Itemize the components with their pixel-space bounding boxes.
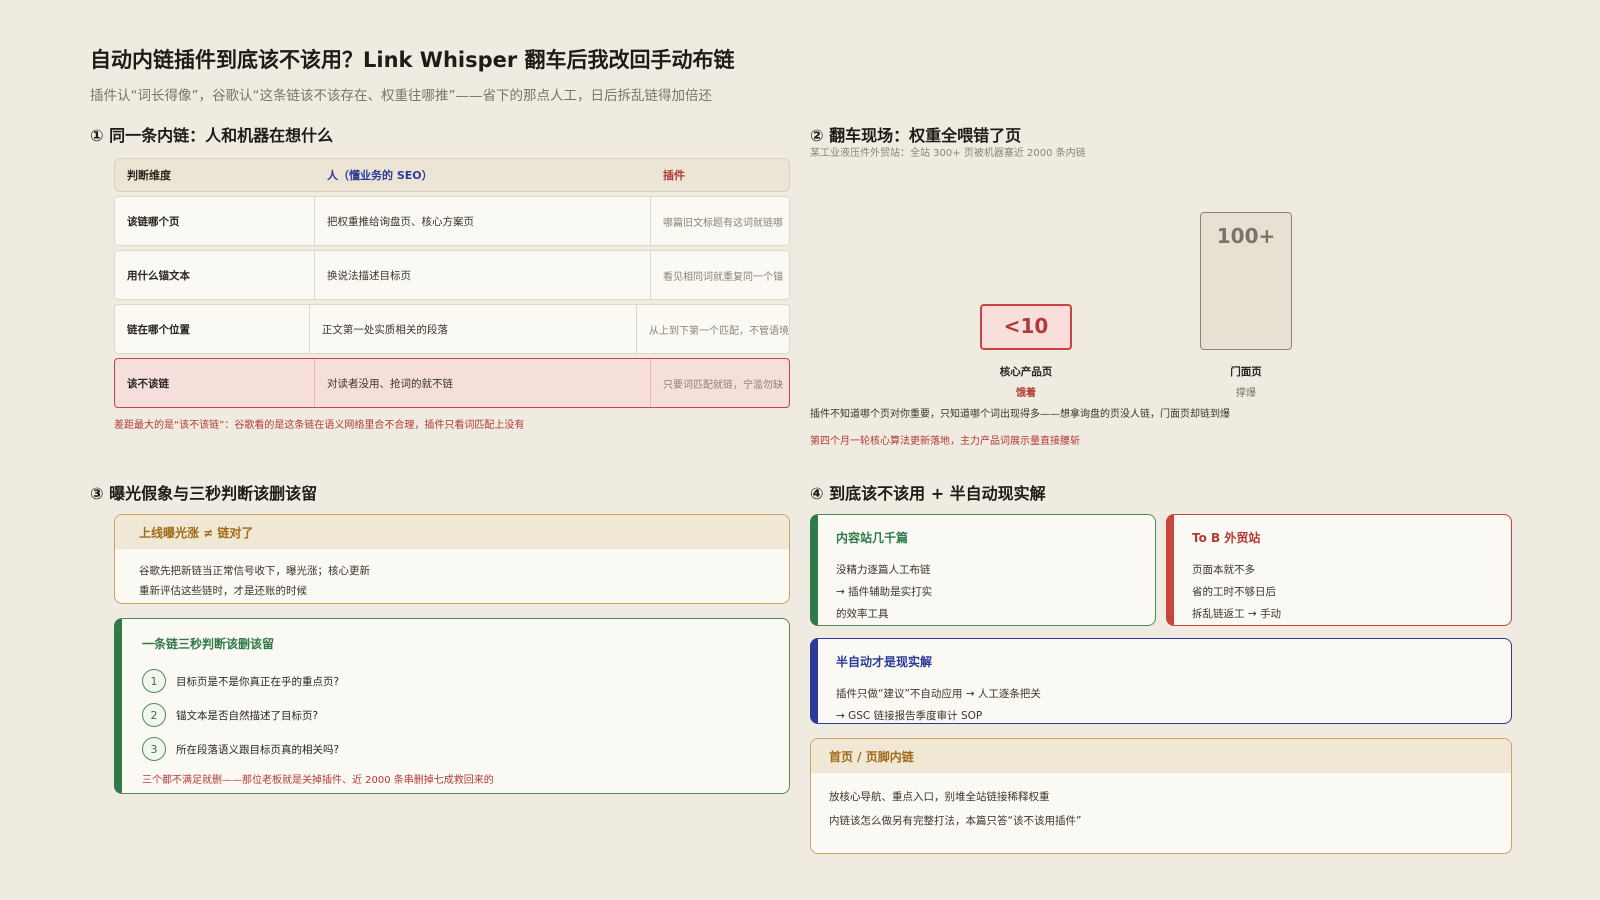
checklist-footer: 三个都不满足就删——那位老板就是关掉插件、近 2000 条串删掉七成救回来的 bbox=[142, 775, 494, 786]
table-row-highlight: 该不该链 对读者没用、抢词的就不链 只要词匹配就链，宁滥勿缺 bbox=[114, 358, 790, 408]
bar-facade-status: 撑爆 bbox=[1236, 388, 1256, 399]
card-title: 半自动才是现实解 bbox=[836, 655, 933, 669]
card-line: → GSC 链接报告季度审计 SOP bbox=[836, 710, 983, 722]
bar-facade-label: 门面页 bbox=[1230, 366, 1262, 378]
cell-human: 把权重推给询盘页、核心方案页 bbox=[315, 197, 651, 245]
card-title: To B 外贸站 bbox=[1192, 531, 1261, 545]
checklist-step: 3 所在段落语义跟目标页真的相关吗? bbox=[142, 737, 339, 761]
table-note: 差距最大的是“该不该链”：谷歌看的是这条链在语义网络里合不合理，插件只看词匹配上… bbox=[114, 420, 525, 431]
section2-title: ② 翻车现场：权重全喂错了页 bbox=[810, 126, 1022, 145]
cell-human: 对读者没用、抢词的就不链 bbox=[315, 359, 651, 407]
step-number: 3 bbox=[142, 737, 166, 761]
semi-auto-card: 半自动才是现实解 插件只做“建议”不自动应用 → 人工逐条把关 → GSC 链接… bbox=[810, 638, 1512, 724]
cell-plugin: 哪篇旧文标题有这词就链哪 bbox=[663, 217, 783, 229]
warning-card-title: 上线曝光涨 ≠ 链对了 bbox=[115, 515, 789, 549]
exposure-warning-card: 上线曝光涨 ≠ 链对了 谷歌先把新链当正常信号收下，曝光涨；核心更新 重新评估这… bbox=[114, 514, 790, 604]
table-row: 该链哪个页 把权重推给询盘页、核心方案页 哪篇旧文标题有这词就链哪 bbox=[114, 196, 790, 246]
page-title: 自动内链插件到底该不该用？Link Whisper 翻车后我改回手动布链 bbox=[90, 48, 735, 72]
cell-human: 换说法描述目标页 bbox=[315, 251, 651, 299]
card-line: 拆乱链返工 → 手动 bbox=[1192, 608, 1281, 620]
cell-human: 正文第一处实质相关的段落 bbox=[310, 305, 637, 353]
cell-dimension: 链在哪个位置 bbox=[115, 305, 310, 353]
bar-facade-value: 100+ bbox=[1216, 224, 1276, 248]
cell-dimension: 该不该链 bbox=[115, 359, 315, 407]
card-line: 插件只做“建议”不自动应用 → 人工逐条把关 bbox=[836, 688, 1041, 700]
warning-line: 重新评估这些链时，才是还账的时候 bbox=[139, 585, 307, 597]
table-row: 链在哪个位置 正文第一处实质相关的段落 从上到下第一个匹配，不管语境 bbox=[114, 304, 790, 354]
col-plugin: 插件 bbox=[663, 169, 685, 182]
checklist-step: 2 锚文本是否自然描述了目标页? bbox=[142, 703, 318, 727]
checklist-card: 一条链三秒判断该删该留 1 目标页是不是你真正在乎的重点页? 2 锚文本是否自然… bbox=[114, 618, 790, 794]
card-line: 没精力逐篇人工布链 bbox=[836, 564, 931, 576]
bar-core-status: 饿着 bbox=[1016, 388, 1036, 399]
checklist-step: 1 目标页是不是你真正在乎的重点页? bbox=[142, 669, 339, 693]
step-number: 1 bbox=[142, 669, 166, 693]
section3-title: ③ 曝光假象与三秒判断该删该留 bbox=[90, 484, 318, 503]
checklist-title: 一条链三秒判断该删该留 bbox=[142, 637, 275, 651]
section1-title: ① 同一条内链：人和机器在想什么 bbox=[90, 126, 334, 145]
section2-subtitle: 某工业液压件外贸站：全站 300+ 页被机器塞近 2000 条内链 bbox=[810, 148, 1086, 159]
table-header: 判断维度 人（懂业务的 SEO） 插件 bbox=[114, 158, 790, 192]
card-line: 的效率工具 bbox=[836, 608, 889, 620]
cell-dimension: 用什么锚文本 bbox=[115, 251, 315, 299]
col-dimension: 判断维度 bbox=[127, 169, 171, 182]
cell-dimension: 该链哪个页 bbox=[115, 197, 315, 245]
card-line: → 插件辅助是实打实 bbox=[836, 586, 933, 598]
card-title: 首页 / 页脚内链 bbox=[811, 739, 1511, 773]
card-line: 放核心导航、重点入口，别堆全站链接稀释权重 bbox=[829, 791, 1050, 803]
tob-site-card: To B 外贸站 页面本就不多 省的工时不够日后 拆乱链返工 → 手动 bbox=[1166, 514, 1512, 626]
bar-core-value: <10 bbox=[1003, 314, 1049, 338]
section2-note: 第四个月一轮核心算法更新落地，主力产品词展示量直接腰斩 bbox=[810, 436, 1080, 447]
section4-title: ④ 到底该不该用 + 半自动现实解 bbox=[810, 484, 1046, 503]
comparison-table: 判断维度 人（懂业务的 SEO） 插件 该链哪个页 把权重推给询盘页、核心方案页… bbox=[114, 158, 790, 408]
table-row: 用什么锚文本 换说法描述目标页 看见相同词就重复同一个锚 bbox=[114, 250, 790, 300]
warning-line: 谷歌先把新链当正常信号收下，曝光涨；核心更新 bbox=[139, 565, 370, 577]
card-line: 内链该怎么做另有完整打法，本篇只答“该不该用插件” bbox=[829, 815, 1082, 827]
step-text: 目标页是不是你真正在乎的重点页? bbox=[176, 675, 340, 688]
step-text: 所在段落语义跟目标页真的相关吗? bbox=[176, 743, 340, 756]
card-line: 页面本就不多 bbox=[1192, 564, 1255, 576]
cell-plugin: 只要词匹配就链，宁滥勿缺 bbox=[663, 379, 783, 391]
homepage-footer-card: 首页 / 页脚内链 放核心导航、重点入口，别堆全站链接稀释权重 内链该怎么做另有… bbox=[810, 738, 1512, 854]
content-site-card: 内容站几千篇 没精力逐篇人工布链 → 插件辅助是实打实 的效率工具 bbox=[810, 514, 1156, 626]
bar-core-label: 核心产品页 bbox=[999, 366, 1053, 378]
card-line: 省的工时不够日后 bbox=[1192, 586, 1276, 598]
step-number: 2 bbox=[142, 703, 166, 727]
section2-description: 插件不知道哪个页对你重要，只知道哪个词出现得多——想拿询盘的页没人链，门面页却链… bbox=[810, 409, 1230, 420]
step-text: 锚文本是否自然描述了目标页? bbox=[176, 709, 319, 722]
cell-plugin: 看见相同词就重复同一个锚 bbox=[663, 271, 783, 283]
cell-plugin: 从上到下第一个匹配，不管语境 bbox=[649, 325, 789, 337]
col-human: 人（懂业务的 SEO） bbox=[327, 169, 433, 182]
card-title: 内容站几千篇 bbox=[836, 531, 909, 545]
page-subtitle: 插件认“词长得像”，谷歌认“这条链该不该存在、权重往哪推”——省下的那点人工，日… bbox=[90, 88, 712, 104]
